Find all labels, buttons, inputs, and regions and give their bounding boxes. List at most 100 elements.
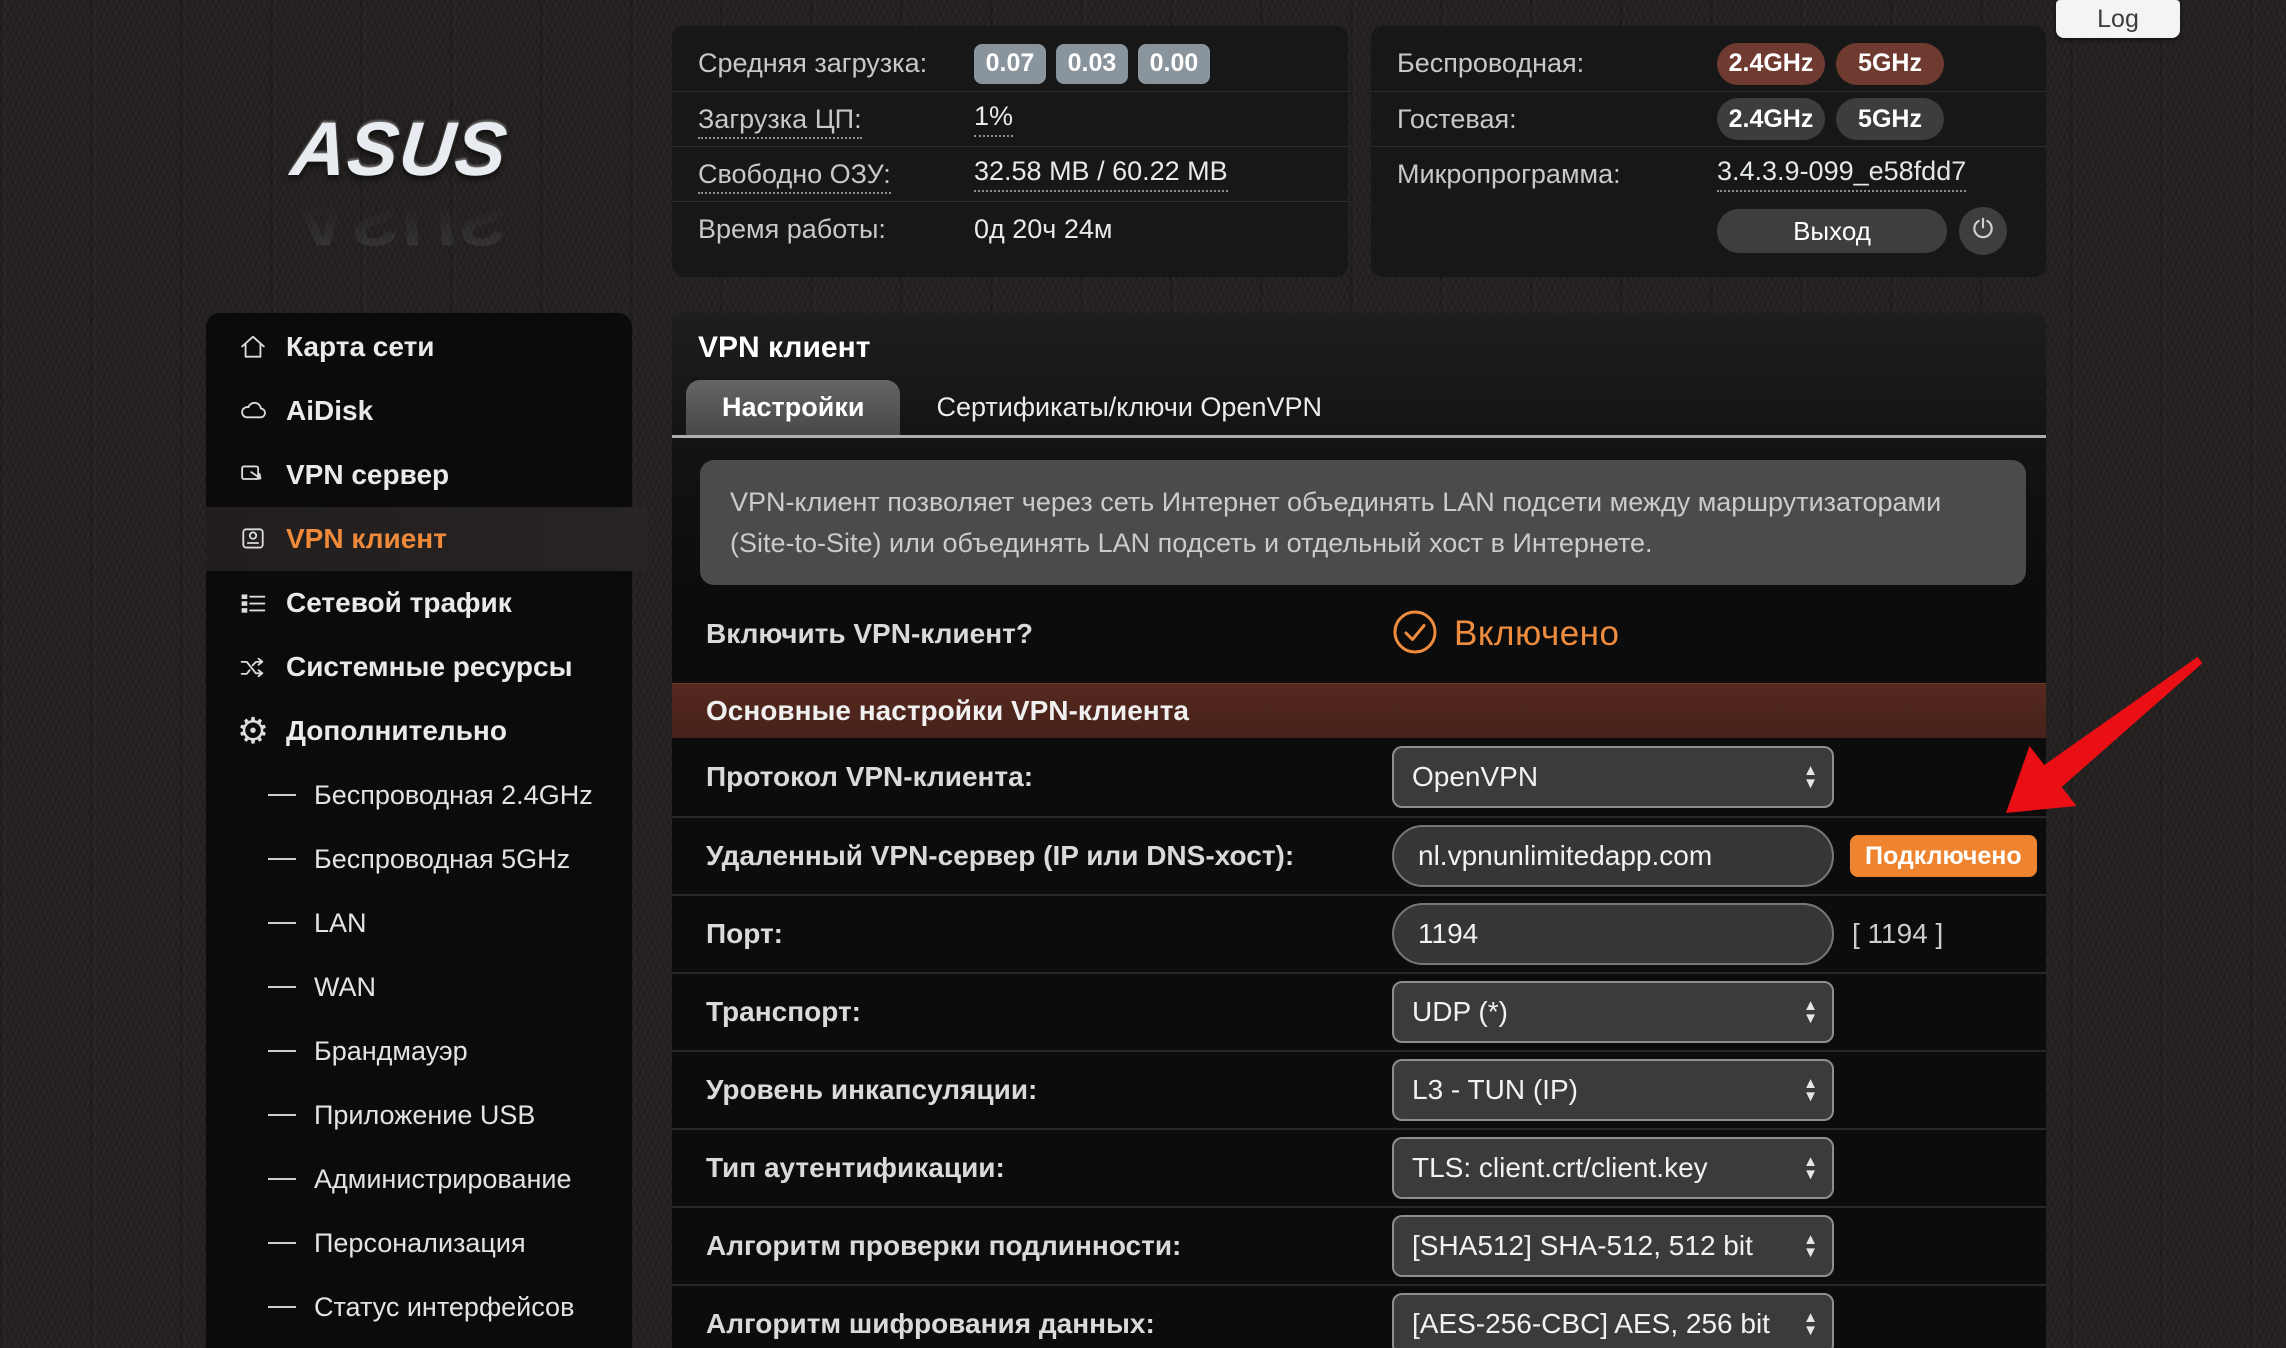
select-arrows-icon: ▲▼ bbox=[1803, 999, 1818, 1025]
avg-load-label: Средняя загрузка: bbox=[698, 48, 974, 79]
guest-24ghz-badge: 2.4GHz bbox=[1717, 98, 1825, 140]
router-info-panel: Беспроводная: 2.4GHz 5GHz Гостевая: 2.4G… bbox=[1371, 26, 2046, 277]
dash-icon bbox=[268, 1306, 296, 1308]
sidebar-subitem-wireless-24[interactable]: Беспроводная 2.4GHz bbox=[206, 763, 632, 827]
cipher-select[interactable]: [AES-256-CBC] AES, 256 bit ▲▼ bbox=[1392, 1293, 1834, 1348]
ram-value: 32.58 MB / 60.22 MB bbox=[974, 156, 1228, 192]
select-arrows-icon: ▲▼ bbox=[1803, 1311, 1818, 1337]
vpn-client-description: VPN-клиент позволяет через сеть Интернет… bbox=[700, 460, 2026, 585]
sidebar-subitem-lan[interactable]: LAN bbox=[206, 891, 632, 955]
power-icon bbox=[1970, 216, 1996, 247]
dash-icon bbox=[268, 1178, 296, 1180]
ram-label: Свободно ОЗУ: bbox=[698, 159, 974, 190]
dash-icon bbox=[268, 794, 296, 796]
sidebar-item-system-resources[interactable]: Системные ресурсы bbox=[206, 635, 632, 699]
dash-icon bbox=[268, 1114, 296, 1116]
sidebar-subitem-wan[interactable]: WAN bbox=[206, 955, 632, 1019]
transport-select[interactable]: UDP (*) ▲▼ bbox=[1392, 981, 1834, 1043]
section-header: Основные настройки VPN-клиента bbox=[672, 683, 2046, 738]
port-default-hint: [ 1194 ] bbox=[1852, 918, 1943, 950]
dash-icon bbox=[268, 1050, 296, 1052]
cipher-row: Алгоритм шифрования данных: [AES-256-CBC… bbox=[672, 1284, 2046, 1348]
tab-openvpn-certs[interactable]: Сертификаты/ключи OpenVPN bbox=[900, 380, 1358, 435]
enable-vpn-toggle[interactable]: Включено bbox=[1392, 609, 1619, 660]
enable-vpn-row: Включить VPN-клиент? Включено bbox=[672, 585, 2046, 683]
log-button[interactable]: Log bbox=[2056, 0, 2180, 38]
asus-logo: ASUS ASUS bbox=[292, 106, 592, 262]
sidebar-nav: Карта сети AiDisk VPN сервер VPN клиент … bbox=[206, 313, 632, 1348]
sidebar-subitem-personalization[interactable]: Персонализация bbox=[206, 1211, 632, 1275]
select-arrows-icon: ▲▼ bbox=[1803, 1233, 1818, 1259]
firmware-label: Микропрограмма: bbox=[1397, 159, 1717, 190]
firmware-version-link[interactable]: 3.4.3.9-099_e58fdd7 bbox=[1717, 156, 1966, 192]
port-row: Порт: [ 1194 ] bbox=[672, 894, 2046, 972]
wireless-24ghz-badge: 2.4GHz bbox=[1717, 43, 1825, 85]
dash-icon bbox=[268, 1242, 296, 1244]
guest-label: Гостевая: bbox=[1397, 104, 1717, 135]
cpu-row: Загрузка ЦП: 1% bbox=[672, 91, 1348, 146]
avg-load-row: Средняя загрузка: 0.07 0.03 0.00 bbox=[672, 36, 1348, 91]
cpu-label: Загрузка ЦП: bbox=[698, 104, 974, 135]
enable-vpn-label: Включить VPN-клиент? bbox=[706, 618, 1392, 650]
server-row: Удаленный VPN-сервер (IP или DNS-хост): … bbox=[672, 816, 2046, 894]
tab-bar: Настройки Сертификаты/ключи OpenVPN bbox=[672, 383, 2046, 438]
system-status-panel: Средняя загрузка: 0.07 0.03 0.00 Загрузк… bbox=[672, 26, 1348, 277]
load-badge-5min: 0.03 bbox=[1056, 44, 1128, 84]
sidebar-item-vpn-client[interactable]: VPN клиент bbox=[206, 507, 648, 571]
uptime-row: Время работы: 0д 20ч 24м bbox=[672, 201, 1348, 256]
sidebar-subitem-wireless-5[interactable]: Беспроводная 5GHz bbox=[206, 827, 632, 891]
connected-status-button[interactable]: Подключено bbox=[1850, 835, 2037, 877]
ram-row: Свободно ОЗУ: 32.58 MB / 60.22 MB bbox=[672, 146, 1348, 201]
sidebar-item-network-traffic[interactable]: Сетевой трафик bbox=[206, 571, 632, 635]
firmware-row: Микропрограмма: 3.4.3.9-099_e58fdd7 bbox=[1371, 146, 2046, 201]
home-icon bbox=[236, 330, 270, 364]
tab-settings[interactable]: Настройки bbox=[686, 380, 900, 435]
select-arrows-icon: ▲▼ bbox=[1803, 1077, 1818, 1103]
sidebar-subitem-interface-status[interactable]: Статус интерфейсов bbox=[206, 1275, 632, 1339]
traffic-icon bbox=[236, 586, 270, 620]
reboot-button[interactable] bbox=[1959, 207, 2007, 255]
uptime-label: Время работы: bbox=[698, 214, 974, 245]
cpu-value: 1% bbox=[974, 101, 1013, 137]
server-input[interactable] bbox=[1392, 825, 1834, 887]
logout-button[interactable]: Выход bbox=[1717, 209, 1947, 253]
sidebar-subitem-administration[interactable]: Администрирование bbox=[206, 1147, 632, 1211]
guest-5ghz-badge: 5GHz bbox=[1836, 98, 1944, 140]
dash-icon bbox=[268, 922, 296, 924]
sidebar-item-network-map[interactable]: Карта сети bbox=[206, 315, 632, 379]
dash-icon bbox=[268, 986, 296, 988]
dash-icon bbox=[268, 858, 296, 860]
vpn-server-icon bbox=[236, 458, 270, 492]
load-badge-1min: 0.07 bbox=[974, 44, 1046, 84]
router-admin-page: Log ASUS ASUS Средняя загрузка: 0.07 0.0… bbox=[0, 0, 2286, 1348]
sidebar-item-vpn-server[interactable]: VPN сервер bbox=[206, 443, 632, 507]
select-arrows-icon: ▲▼ bbox=[1803, 764, 1818, 790]
asus-logo-reflection: ASUS bbox=[287, 175, 596, 262]
check-circle-icon bbox=[1392, 609, 1438, 660]
uptime-value: 0д 20ч 24м bbox=[974, 214, 1112, 245]
resources-icon bbox=[236, 650, 270, 684]
port-input[interactable] bbox=[1392, 903, 1834, 965]
encapsulation-row: Уровень инкапсуляции: L3 - TUN (IP) ▲▼ bbox=[672, 1050, 2046, 1128]
wireless-row: Беспроводная: 2.4GHz 5GHz bbox=[1371, 36, 2046, 91]
sidebar-item-advanced[interactable]: ⚙ Дополнительно bbox=[206, 699, 632, 763]
guest-row: Гостевая: 2.4GHz 5GHz bbox=[1371, 91, 2046, 146]
select-arrows-icon: ▲▼ bbox=[1803, 1155, 1818, 1181]
auth-type-row: Тип аутентификации: TLS: client.crt/clie… bbox=[672, 1128, 2046, 1206]
load-badge-15min: 0.00 bbox=[1138, 44, 1210, 84]
encapsulation-select[interactable]: L3 - TUN (IP) ▲▼ bbox=[1392, 1059, 1834, 1121]
auth-type-select[interactable]: TLS: client.crt/client.key ▲▼ bbox=[1392, 1137, 1834, 1199]
sidebar-subitem-usb-app[interactable]: Приложение USB bbox=[206, 1083, 632, 1147]
vpn-client-page: VPN клиент Настройки Сертификаты/ключи O… bbox=[672, 313, 2046, 1348]
cloud-icon bbox=[236, 394, 270, 428]
logout-row: Выход bbox=[1371, 201, 2046, 261]
sidebar-item-aidisk[interactable]: AiDisk bbox=[206, 379, 632, 443]
page-title: VPN клиент bbox=[672, 313, 2046, 383]
sidebar-subitem-firewall[interactable]: Брандмауэр bbox=[206, 1019, 632, 1083]
wireless-5ghz-badge: 5GHz bbox=[1836, 43, 1944, 85]
protocol-select[interactable]: OpenVPN ▲▼ bbox=[1392, 746, 1834, 808]
enable-vpn-status-text: Включено bbox=[1454, 614, 1619, 654]
hmac-row: Алгоритм проверки подлинности: [SHA512] … bbox=[672, 1206, 2046, 1284]
hmac-select[interactable]: [SHA512] SHA-512, 512 bit ▲▼ bbox=[1392, 1215, 1834, 1277]
protocol-row: Протокол VPN-клиента: OpenVPN ▲▼ bbox=[672, 738, 2046, 816]
